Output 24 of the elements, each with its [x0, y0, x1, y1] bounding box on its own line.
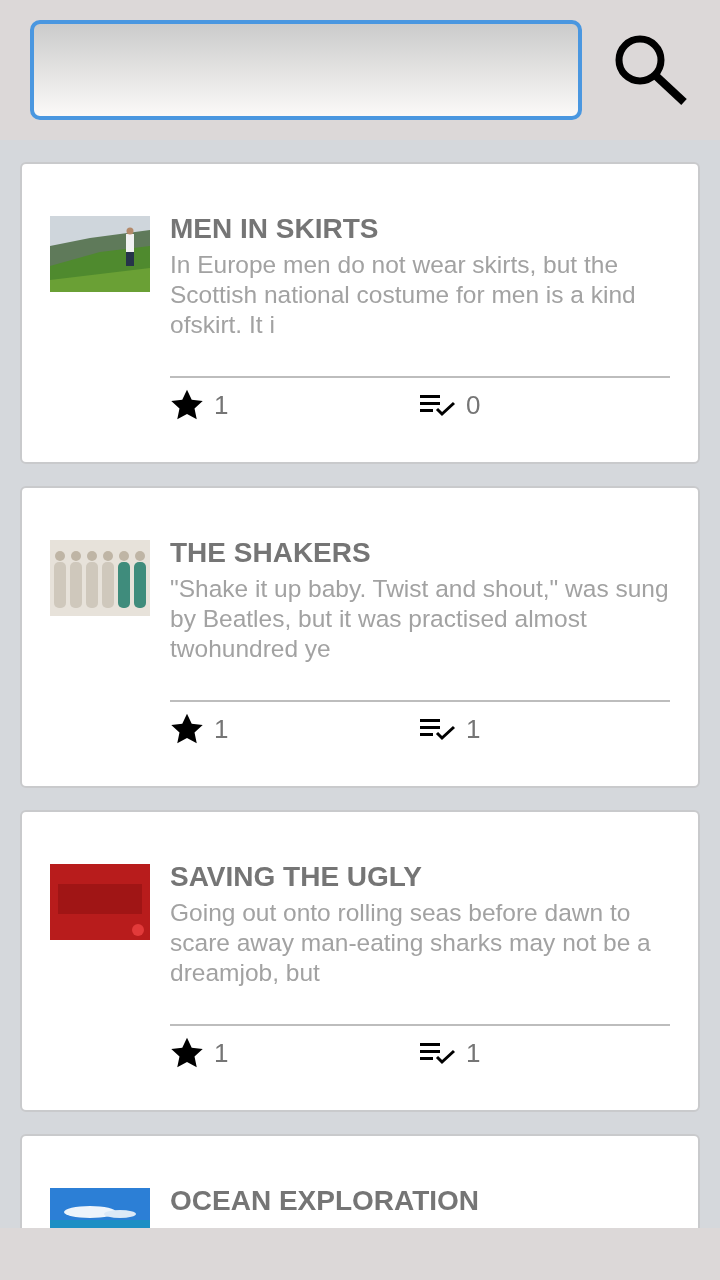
list-check-icon: [420, 393, 456, 417]
list-check-icon: [420, 1041, 456, 1065]
article-excerpt: "Shake it up baby. Twist and shout," was sung by Beatles, but it was practised almost twohundred ye: [170, 574, 670, 664]
article-title: OCEAN EXPLORATION: [170, 1186, 481, 1216]
article-excerpt: Going out onto rolling seas before dawn to scare away man-eating sharks may not be a dreamjob, but: [170, 898, 652, 988]
article-title: THE SHAKERS: [170, 538, 372, 568]
star-count: 1: [214, 389, 229, 421]
checklist-count: 1: [466, 1037, 481, 1069]
article-excerpt: In Europe men do not wear skirts, but the Scottish national costume for men is a kind ofskirt. It i: [170, 250, 637, 340]
article-card[interactable]: SAVING THE UGLY Going out onto rolling seas before dawn to scare away man-eating sharks may not be a dreamjob, but 1 1: [20, 810, 700, 1112]
article-title: MEN IN SKIRTS: [170, 214, 380, 244]
article-title: SAVING THE UGLY: [170, 862, 424, 892]
search-field[interactable]: [30, 20, 582, 120]
star-icon: [170, 389, 204, 421]
article-card[interactable]: MEN IN SKIRTS In Europe men do not wear skirts, but the Scottish national costume for men is a kind ofskirt. It i 1 0: [20, 162, 700, 464]
star-count: 1: [214, 1037, 229, 1069]
article-card[interactable]: THE SHAKERS "Shake it up baby. Twist and shout," was sung by Beatles, but it was practised almost twohundred ye 1 1: [20, 486, 700, 788]
article-card[interactable]: OCEAN EXPLORATION: [20, 1134, 700, 1228]
checklist-count: 1: [466, 713, 481, 745]
star-icon: [170, 713, 204, 745]
checklist-count: 0: [466, 389, 481, 421]
star-icon: [170, 1037, 204, 1069]
star-count: 1: [214, 713, 229, 745]
list-check-icon: [420, 717, 456, 741]
